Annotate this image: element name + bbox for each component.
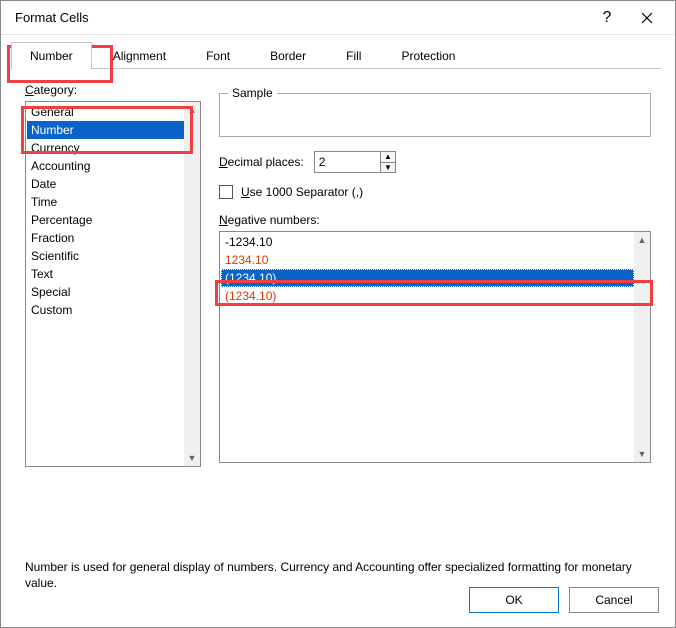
close-button[interactable] [627, 1, 667, 35]
category-item-general[interactable]: General [27, 103, 184, 121]
thousand-separator-checkbox[interactable]: Use 1000 Separator (,) [219, 185, 651, 199]
negative-numbers-list: -1234.10 1234.10 (1234.10) (1234.10) ▲ ▼ [219, 231, 651, 463]
category-item-special[interactable]: Special [27, 283, 184, 301]
category-item-currency[interactable]: Currency [27, 139, 184, 157]
scroll-down-icon[interactable]: ▼ [634, 446, 650, 462]
decimal-places-label: Decimal places: [219, 155, 304, 169]
tab-bar: Number Alignment Font Border Fill Protec… [1, 35, 675, 69]
thousand-separator-label: Use 1000 Separator (,) [241, 185, 363, 199]
checkbox-box[interactable] [219, 185, 233, 199]
category-item-fraction[interactable]: Fraction [27, 229, 184, 247]
options-panel: Sample Decimal places: ▲ ▼ Use 1000 Sepa… [219, 83, 651, 549]
dialog-buttons: OK Cancel [469, 587, 659, 613]
close-icon [641, 12, 653, 24]
category-item-text[interactable]: Text [27, 265, 184, 283]
decimal-places-input[interactable] [315, 152, 380, 172]
spinner-down-icon[interactable]: ▼ [381, 163, 395, 173]
category-item-scientific[interactable]: Scientific [27, 247, 184, 265]
negative-option-red[interactable]: 1234.10 [221, 251, 634, 269]
scroll-up-icon[interactable]: ▲ [184, 102, 200, 118]
category-item-number[interactable]: Number [27, 121, 184, 139]
ok-button[interactable]: OK [469, 587, 559, 613]
category-item-custom[interactable]: Custom [27, 301, 184, 319]
spinner-up-icon[interactable]: ▲ [381, 152, 395, 163]
tab-font[interactable]: Font [187, 42, 249, 69]
negative-scrollbar[interactable]: ▲ ▼ [634, 232, 650, 462]
dialog-title: Format Cells [15, 10, 587, 25]
decimal-row: Decimal places: ▲ ▼ [219, 151, 651, 173]
negative-numbers-label: Negative numbers: [219, 213, 651, 227]
help-button[interactable]: ? [587, 1, 627, 35]
category-item-date[interactable]: Date [27, 175, 184, 193]
category-label: Category: [25, 83, 201, 97]
cancel-button[interactable]: Cancel [569, 587, 659, 613]
format-cells-dialog: Format Cells ? Number Alignment Font Bor… [0, 0, 676, 628]
titlebar: Format Cells ? [1, 1, 675, 35]
negative-option-parens-red[interactable]: (1234.10) [221, 287, 634, 305]
tab-number[interactable]: Number [11, 42, 92, 69]
category-scrollbar[interactable]: ▲ ▼ [184, 102, 200, 466]
category-item-percentage[interactable]: Percentage [27, 211, 184, 229]
category-panel: Category: General Number Currency Accoun… [25, 83, 201, 549]
tab-border[interactable]: Border [251, 42, 325, 69]
tab-alignment[interactable]: Alignment [94, 42, 185, 69]
negative-option-plain[interactable]: -1234.10 [221, 233, 634, 251]
description-text: Number is used for general display of nu… [1, 549, 675, 591]
category-list: General Number Currency Accounting Date … [25, 101, 201, 467]
category-item-time[interactable]: Time [27, 193, 184, 211]
scroll-down-icon[interactable]: ▼ [184, 450, 200, 466]
sample-label: Sample [228, 86, 277, 100]
category-item-accounting[interactable]: Accounting [27, 157, 184, 175]
tab-fill[interactable]: Fill [327, 42, 380, 69]
tab-protection[interactable]: Protection [382, 42, 474, 69]
decimal-places-spinner: ▲ ▼ [314, 151, 396, 173]
scroll-up-icon[interactable]: ▲ [634, 232, 650, 248]
content-area: Category: General Number Currency Accoun… [1, 69, 675, 549]
negative-option-parens[interactable]: (1234.10) [221, 269, 634, 287]
sample-box: Sample [219, 93, 651, 137]
